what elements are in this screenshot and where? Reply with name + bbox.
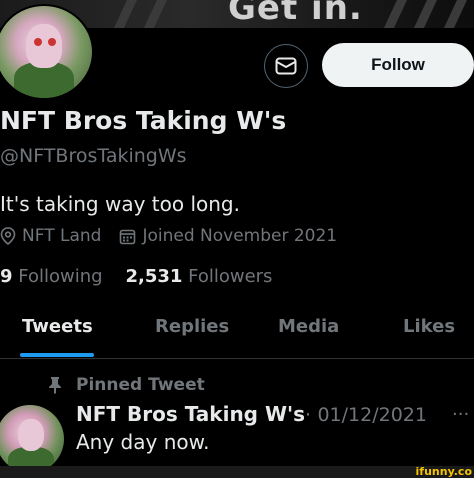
following-count: 9	[0, 266, 13, 287]
tweet-author[interactable]: NFT Bros Taking W's	[76, 402, 305, 426]
display-name: NFT Bros Taking W's	[0, 106, 287, 135]
avatar-eye	[48, 38, 56, 46]
envelope-icon	[275, 57, 297, 75]
banner-stripe	[138, 0, 172, 28]
avatar-face	[18, 419, 44, 451]
location-label: NFT Land	[22, 226, 102, 246]
join-date: Joined November 2021	[119, 226, 337, 246]
tab-likes[interactable]: Likes	[403, 316, 455, 337]
banner-stripe	[378, 0, 412, 28]
banner-text: Get in.	[228, 0, 363, 28]
message-button[interactable]	[264, 44, 308, 88]
follow-button[interactable]: Follow	[322, 43, 474, 87]
tab-replies[interactable]: Replies	[155, 316, 229, 337]
location-pin-icon	[0, 227, 16, 245]
pinned-label: Pinned Tweet	[76, 375, 205, 395]
pinned-tweet-label: Pinned Tweet	[48, 375, 205, 395]
tab-tweets[interactable]: Tweets	[22, 316, 93, 337]
user-handle: @NFTBrosTakingWs	[0, 145, 187, 167]
tweet-separator: ·	[305, 404, 312, 426]
follow-counts: 9 Following 2,531 Followers	[0, 266, 272, 287]
profile-avatar[interactable]	[0, 4, 94, 100]
followers-link[interactable]: 2,531 Followers	[125, 266, 272, 287]
banner-stripe	[108, 0, 142, 28]
tweet-text: Any day now.	[76, 430, 210, 454]
tweet-date[interactable]: 01/12/2021	[317, 404, 427, 426]
bottom-bar	[0, 466, 474, 478]
following-link[interactable]: 9 Following	[0, 266, 103, 287]
calendar-icon	[120, 229, 136, 244]
tweet-avatar[interactable]	[0, 405, 64, 473]
banner-stripe	[408, 0, 442, 28]
joined-label: Joined November 2021	[142, 226, 338, 246]
profile-bio: It's taking way too long.	[0, 192, 240, 216]
profile-meta: NFT Land Joined November 2021	[0, 226, 355, 246]
followers-label: Followers	[188, 266, 273, 287]
active-tab-indicator	[20, 353, 94, 357]
banner-stripe	[438, 0, 472, 28]
avatar-face	[26, 24, 62, 68]
tweet-header: NFT Bros Taking W's· 01/12/2021	[76, 402, 427, 426]
watermark: ifunny.co	[415, 465, 472, 478]
avatar-eye	[34, 38, 42, 46]
tab-media[interactable]: Media	[278, 316, 339, 337]
profile-tabs: Tweets Replies Media Likes	[0, 300, 474, 359]
following-label: Following	[18, 266, 103, 287]
pin-icon	[49, 377, 61, 394]
followers-count: 2,531	[125, 266, 183, 287]
more-icon[interactable]: ···	[452, 404, 469, 425]
location: NFT Land	[0, 226, 101, 246]
